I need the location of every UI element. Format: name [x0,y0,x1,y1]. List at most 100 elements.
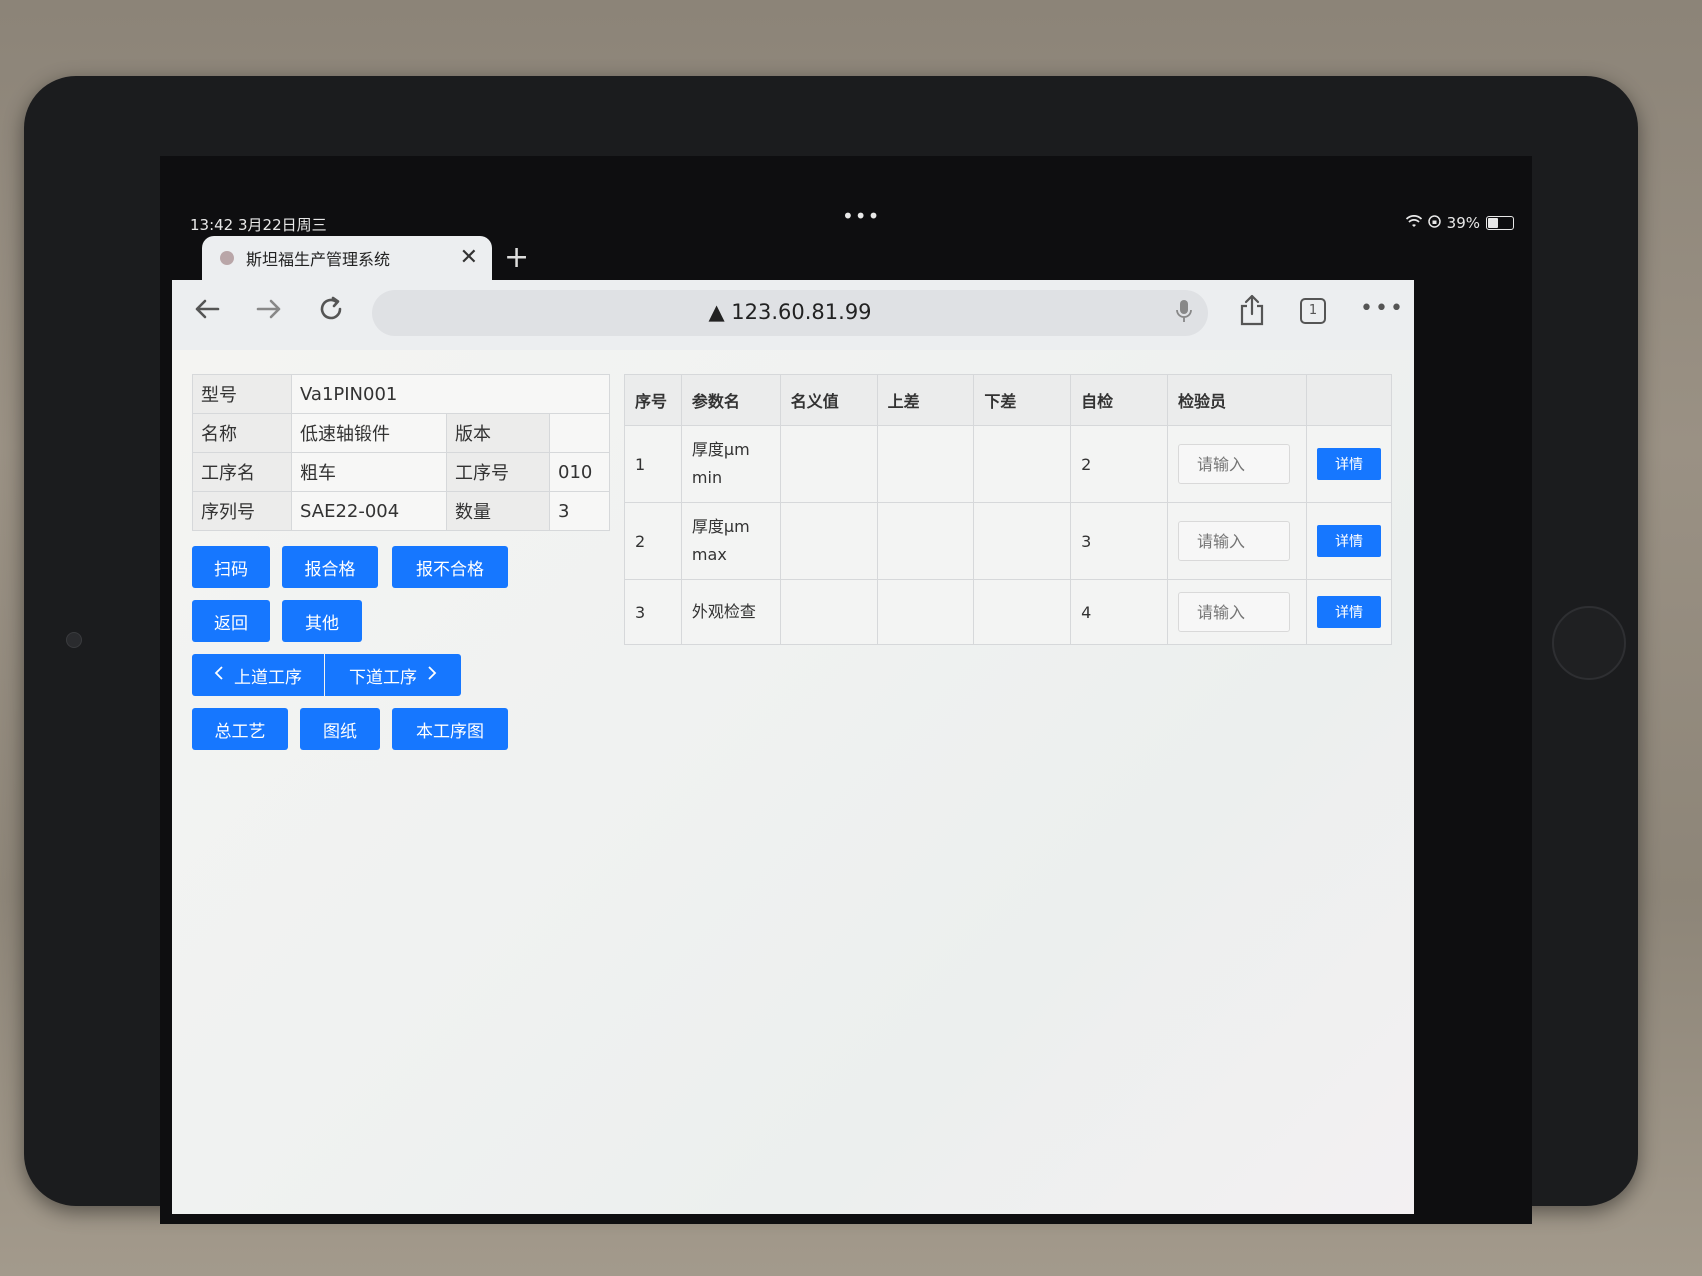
battery-percent: 39% [1446,214,1480,232]
param-name-line2: max [691,545,727,564]
chevron-left-icon [214,665,224,685]
camera-dot [66,632,82,648]
col-upper-header: 上差 [876,374,975,426]
process-name-value: 粗车 [291,452,447,492]
process-no-value: 010 [549,452,610,492]
multitask-dots-icon[interactable]: ••• [842,204,880,228]
microphone-icon[interactable] [1176,299,1192,329]
row-inspector-cell [1166,579,1308,645]
row-nominal [779,579,878,645]
row-inspector-cell [1166,502,1308,580]
back-arrow-icon[interactable] [192,294,222,332]
row-lower [973,502,1072,580]
row-upper [876,425,975,503]
url-text: ▲ 123.60.81.99 [708,300,872,324]
share-icon[interactable] [1238,294,1266,333]
col-action-header [1306,374,1392,426]
version-value [549,413,610,453]
row-nominal [779,425,878,503]
row-action-cell: 详情 [1306,502,1392,580]
info-row-serial: 序列号 SAE22-004 数量 3 [192,491,610,531]
row-param-name: 厚度μm max [680,502,781,580]
more-options-icon[interactable]: ••• [1360,296,1405,321]
version-label: 版本 [446,413,550,453]
col-name-header: 参数名 [680,374,781,426]
row-upper [876,579,975,645]
tablet-screen: 13:42 3月22日周三 ••• 39% 斯坦福生产管理系统 ✕ + ▲ 12… [160,156,1532,1224]
web-page: 型号 Va1PIN001 名称 低速轴锻件 版本 工序名 粗车 工序号 010 [172,350,1414,1214]
row-action-cell: 详情 [1306,425,1392,503]
desk-background: 13:42 3月22日周三 ••• 39% 斯坦福生产管理系统 ✕ + ▲ 12… [0,0,1702,1276]
detail-button[interactable]: 详情 [1317,596,1381,628]
table-header-row: 序号 参数名 名义值 上差 下差 自检 检验员 [624,374,1392,426]
battery-icon [1486,216,1514,230]
quantity-value: 3 [549,491,610,531]
back-button[interactable]: 返回 [192,600,270,642]
reload-icon[interactable] [316,294,346,332]
info-row-name: 名称 低速轴锻件 版本 [192,413,610,453]
next-process-label: 下道工序 [349,667,417,688]
prev-process-button[interactable]: 上道工序 [192,654,324,696]
row-param-name: 外观检查 [680,579,781,645]
overall-process-button[interactable]: 总工艺 [192,708,288,750]
col-self-check-header: 自检 [1070,374,1168,426]
drawing-button[interactable]: 图纸 [300,708,380,750]
param-name-line1: 厚度μm [691,440,750,459]
inspector-input[interactable] [1177,521,1290,561]
inspector-input[interactable] [1177,444,1290,484]
model-label: 型号 [192,374,292,414]
detail-button[interactable]: 详情 [1317,448,1381,480]
home-button[interactable] [1552,606,1626,680]
row-self-check: 4 [1070,579,1168,645]
row-action-cell: 详情 [1306,579,1392,645]
scan-button[interactable]: 扫码 [192,546,270,588]
row-param-name: 厚度μm min [680,425,781,503]
report-fail-button[interactable]: 报不合格 [392,546,508,588]
model-value: Va1PIN001 [291,374,610,414]
work-order-info-table: 型号 Va1PIN001 名称 低速轴锻件 版本 工序名 粗车 工序号 010 [192,374,610,531]
orientation-lock-icon [1427,214,1441,232]
site-favicon-icon [220,251,234,265]
row-index: 2 [624,502,682,580]
inspector-input[interactable] [1177,592,1290,632]
forward-arrow-icon[interactable] [254,294,284,332]
row-index: 3 [624,579,682,645]
info-row-model: 型号 Va1PIN001 [192,374,610,414]
col-lower-header: 下差 [973,374,1072,426]
row-inspector-cell [1166,425,1308,503]
tab-count-icon[interactable]: 1 [1300,298,1326,324]
close-tab-icon[interactable]: ✕ [460,245,478,270]
status-time: 13:42 3月22日周三 [190,216,327,234]
info-row-process: 工序名 粗车 工序号 010 [192,452,610,492]
tab-title: 斯坦福生产管理系统 [246,250,391,269]
browser-tab[interactable]: 斯坦福生产管理系统 ✕ [202,236,492,280]
tablet-device: 13:42 3月22日周三 ••• 39% 斯坦福生产管理系统 ✕ + ▲ 12… [24,76,1638,1224]
name-label: 名称 [192,413,292,453]
new-tab-icon[interactable]: + [504,240,529,275]
other-button[interactable]: 其他 [282,600,362,642]
table-row: 3 外观检查 4 详情 [624,579,1392,645]
col-inspector-header: 检验员 [1166,374,1308,426]
next-process-button[interactable]: 下道工序 [325,654,461,696]
prev-process-label: 上道工序 [234,667,302,688]
row-self-check: 3 [1070,502,1168,580]
address-bar[interactable]: ▲ 123.60.81.99 [372,290,1208,336]
row-lower [973,579,1072,645]
process-no-label: 工序号 [446,452,550,492]
serial-label: 序列号 [192,491,292,531]
detail-button[interactable]: 详情 [1317,525,1381,557]
param-name-line1: 厚度μm [691,517,750,536]
process-name-label: 工序名 [192,452,292,492]
serial-value: SAE22-004 [291,491,447,531]
chevron-right-icon [427,665,437,685]
param-name-line1: 外观检查 [691,602,756,621]
row-upper [876,502,975,580]
row-self-check: 2 [1070,425,1168,503]
process-drawing-button[interactable]: 本工序图 [392,708,508,750]
row-nominal [779,502,878,580]
col-index-header: 序号 [624,374,682,426]
quantity-label: 数量 [446,491,550,531]
table-row: 2 厚度μm max 3 请输入 详情 [624,502,1392,580]
report-pass-button[interactable]: 报合格 [282,546,378,588]
table-row: 1 厚度μm min 2 请输入 详情 [624,425,1392,503]
